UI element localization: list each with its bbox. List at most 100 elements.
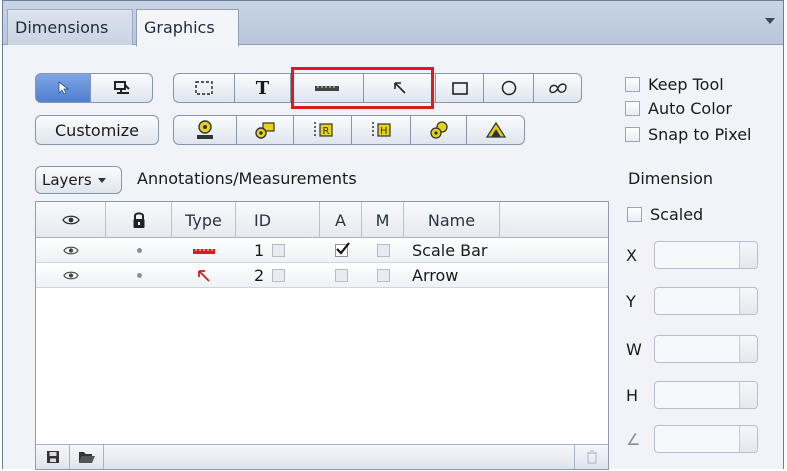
w-spinner[interactable] [739,336,757,362]
w-input[interactable] [654,335,758,363]
scaled-label: Scaled [650,205,704,224]
drag-tool-button[interactable] [91,73,153,103]
row-extra [500,238,608,263]
panel-menu-arrow-icon[interactable] [765,18,775,24]
dimension-angle-row: ∠ [626,425,758,453]
save-layer-button[interactable] [36,445,70,469]
measure-tool-4-button[interactable]: H [352,115,411,145]
eye-icon [61,215,80,225]
arrow-icon [198,269,210,282]
snap-to-pixel-option[interactable]: Snap to Pixel [625,125,752,144]
table-header: Type ID A M Name [36,202,608,238]
row-name[interactable]: Arrow [404,263,500,288]
angle-spinner[interactable] [739,426,757,452]
y-input[interactable] [654,287,758,315]
move-graphics-icon [113,81,130,94]
measure-tool-6-button[interactable] [467,115,525,145]
y-label: Y [626,291,636,311]
row-m-checkbox[interactable] [362,238,404,263]
folder-open-icon [78,452,95,463]
open-layer-button[interactable] [70,445,104,469]
measure-length-icon [255,122,275,139]
row-id-value: 1 [254,241,265,260]
rectangle-icon [451,81,468,95]
row-a-checkbox[interactable] [320,263,362,288]
rectangle-tool-button[interactable] [436,73,484,103]
row-name[interactable]: Scale Bar [404,238,500,263]
dimension-y-row: Y [626,287,758,315]
snap-to-pixel-label: Snap to Pixel [648,125,752,144]
auto-color-checkbox[interactable] [625,101,640,116]
scale-bar-icon [315,86,339,91]
x-label: X [626,245,637,265]
row-id-checkbox[interactable] [272,244,286,257]
tab-graphics[interactable]: Graphics [136,9,239,47]
draw-region-button[interactable] [173,73,235,103]
h-label: H [626,385,639,405]
snap-to-pixel-checkbox[interactable] [625,127,640,142]
h-spinner[interactable] [739,382,757,408]
x-spinner[interactable] [739,242,757,268]
measure-tool-3-button[interactable]: R [294,115,352,145]
x-input[interactable] [654,241,758,269]
dashed-rectangle-icon [195,81,213,95]
row-extra [500,263,608,288]
row-lock-toggle[interactable] [106,238,172,263]
row-visibility-toggle[interactable] [36,238,106,263]
measure-tool-5-button[interactable] [411,115,467,145]
row-id-value: 2 [254,266,265,285]
scaled-option[interactable]: Scaled [627,205,703,224]
visibility-column-header[interactable] [36,202,106,238]
row-id: 1 [236,238,320,263]
layers-dropdown[interactable]: Layers [35,166,122,194]
delete-layer-button[interactable] [574,445,608,469]
measure-tool-1-button[interactable] [173,115,237,145]
lock-column-header[interactable] [106,202,172,238]
h-input[interactable] [654,381,758,409]
keep-tool-label: Keep Tool [648,75,724,94]
chevron-down-icon [97,177,106,183]
type-column-header[interactable]: Type [172,202,236,238]
checked-box [334,242,350,257]
a-column-header[interactable]: A [320,202,362,238]
row-visibility-toggle[interactable] [36,263,106,288]
row-id: 2 [236,263,320,288]
row-a-checkbox[interactable] [320,238,362,263]
keep-tool-checkbox[interactable] [625,77,640,92]
row-lock-toggle[interactable] [106,263,172,288]
annotations-section-title: Annotations/Measurements [137,169,357,188]
contour-tool-button[interactable] [534,73,582,103]
auto-color-option[interactable]: Auto Color [625,99,732,118]
measure-histogram-icon: H [372,122,391,138]
svg-text:R: R [322,126,329,137]
customize-button[interactable]: Customize [35,115,159,145]
row-m-checkbox[interactable] [362,263,404,288]
select-tool-button[interactable] [35,73,91,103]
lock-icon [133,212,144,228]
circle-icon [501,80,516,96]
table-row[interactable]: 1 Scale Bar [36,238,608,263]
table-footer-toolbar [36,444,608,469]
scale-bar-tool-button[interactable] [291,73,364,103]
tab-dimensions[interactable]: Dimensions [7,9,133,46]
text-tool-button[interactable]: T [235,73,291,103]
auto-color-label: Auto Color [648,99,733,118]
m-column-header[interactable]: M [362,202,404,238]
id-column-header[interactable]: ID [236,202,320,238]
footer-spacer [104,445,574,469]
measure-angle-icon [485,121,506,138]
drawing-tools-group: T [173,73,582,103]
dimension-section-title: Dimension [628,169,714,188]
circle-tool-button[interactable] [484,73,534,103]
keep-tool-option[interactable]: Keep Tool [625,75,724,94]
table-row[interactable]: 2 Arrow [36,263,608,288]
row-id-checkbox[interactable] [272,269,286,282]
unchecked-box [376,269,390,282]
y-spinner[interactable] [739,288,757,314]
measure-tool-2-button[interactable] [237,115,294,145]
name-column-header[interactable]: Name [404,202,500,238]
angle-input[interactable] [654,425,758,453]
scaled-checkbox[interactable] [627,207,642,222]
arrow-tool-button[interactable] [364,73,436,103]
trash-icon [586,450,597,464]
